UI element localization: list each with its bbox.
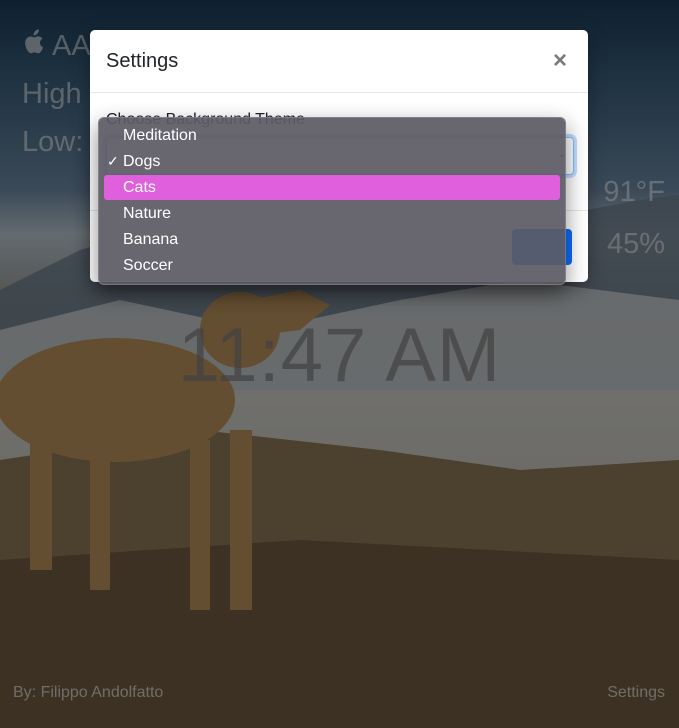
theme-dropdown-menu[interactable]: Meditation ✓ Dogs Cats Nature Banana Soc… [98, 117, 566, 285]
close-button[interactable]: × [548, 47, 572, 75]
dropdown-option-banana[interactable]: Banana [104, 227, 560, 252]
modal-title: Settings [106, 49, 179, 72]
dropdown-option-meditation[interactable]: Meditation [104, 123, 560, 148]
modal-header: Settings × [90, 30, 588, 93]
dropdown-option-dogs[interactable]: ✓ Dogs [104, 149, 560, 174]
option-label: Dogs [123, 153, 161, 170]
checkmark-icon: ✓ [107, 153, 119, 169]
option-label: Cats [123, 179, 156, 196]
option-label: Banana [123, 231, 179, 248]
option-label: Meditation [123, 127, 197, 144]
dropdown-option-nature[interactable]: Nature [104, 201, 560, 226]
dropdown-option-cats[interactable]: Cats [104, 175, 560, 200]
option-label: Nature [123, 205, 172, 222]
dropdown-option-soccer[interactable]: Soccer [104, 253, 560, 278]
option-label: Soccer [123, 257, 173, 274]
